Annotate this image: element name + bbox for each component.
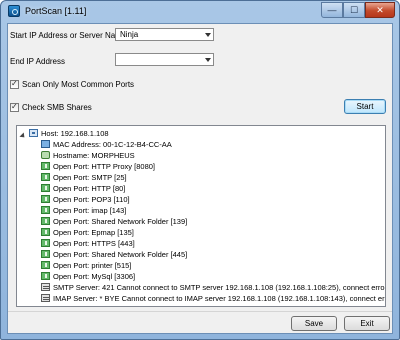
tree-node-label: Open Port: Shared Network Folder [445] — [53, 250, 188, 259]
window-title: PortScan [1.11] — [25, 6, 87, 16]
end-ip-combobox[interactable] — [115, 53, 214, 66]
port-icon — [41, 228, 50, 236]
tree-node-item[interactable]: MAC Address: 00-1C-12-B4-CC-AA — [41, 139, 385, 150]
maximize-button[interactable]: ☐ — [343, 2, 365, 18]
host-icon — [29, 129, 38, 137]
tree-node-item[interactable]: Open Port: HTTPS [443] — [41, 238, 385, 249]
tree-node-item[interactable]: Open Port: HTTP Proxy [8080] — [41, 161, 385, 172]
tree-node-label: Open Port: SMTP [25] — [53, 173, 127, 182]
tree-node-item[interactable]: Open Port: POP3 [110] — [41, 194, 385, 205]
chevron-down-icon[interactable] — [205, 33, 211, 37]
common-ports-label: Scan Only Most Common Ports — [22, 80, 135, 89]
end-ip-label: End IP Address — [10, 57, 65, 66]
tree-node-item[interactable]: Open Port: Shared Network Folder [139] — [41, 216, 385, 227]
results-tree[interactable]: Host: 192.168.1.108 MAC Address: 00-1C-1… — [16, 125, 386, 307]
app-icon — [8, 5, 20, 17]
network-card-icon — [41, 140, 50, 148]
port-icon — [41, 250, 50, 258]
port-icon — [41, 195, 50, 203]
tree-node-label: Open Port: POP3 [110] — [53, 195, 130, 204]
computer-name-icon — [41, 151, 50, 159]
tree-node-label: Open Port: HTTP Proxy [8080] — [53, 162, 155, 171]
tree-node-label: Open Port: HTTP [80] — [53, 184, 126, 193]
tree-node-label: MAC Address: 00-1C-12-B4-CC-AA — [53, 140, 172, 149]
server-icon — [41, 294, 50, 302]
smb-shares-checkbox[interactable] — [10, 102, 19, 112]
start-ip-combobox[interactable]: Ninja — [115, 28, 214, 41]
app-window: PortScan [1.11] — ☐ ✕ Start IP Address o… — [0, 0, 400, 340]
title-bar[interactable]: PortScan [1.11] — ☐ ✕ — [1, 1, 399, 23]
port-icon — [41, 217, 50, 225]
chevron-down-icon[interactable] — [205, 58, 211, 62]
start-ip-value: Ninja — [120, 30, 139, 39]
footer-divider — [8, 311, 392, 312]
tree-node-item[interactable]: IMAP Server: * BYE Cannot connect to IMA… — [41, 293, 385, 304]
start-ip-label: Start IP Address or Server Name — [10, 31, 127, 40]
save-button[interactable]: Save — [291, 316, 337, 331]
port-icon — [41, 261, 50, 269]
exit-button[interactable]: Exit — [344, 316, 390, 331]
tree-node-item[interactable]: SMTP Server: 421 Cannot connect to SMTP … — [41, 282, 385, 293]
tree-node-item[interactable]: Open Port: imap [143] — [41, 205, 385, 216]
common-ports-checkbox[interactable] — [10, 79, 19, 89]
tree-node-host[interactable]: Host: 192.168.1.108 — [17, 128, 377, 140]
tree-node-item[interactable]: Hostname: MORPHEUS — [41, 150, 385, 161]
tree-node-label: Open Port: MySql [3306] — [53, 272, 136, 281]
tree-node-label: Open Port: imap [143] — [53, 206, 127, 215]
port-icon — [41, 162, 50, 170]
tree-node-item[interactable]: Open Port: Epmap [135] — [41, 227, 385, 238]
port-icon — [41, 184, 50, 192]
expander-icon[interactable] — [19, 132, 27, 140]
tree-node-label: Open Port: HTTPS [443] — [53, 239, 135, 248]
tree-node-item[interactable]: Open Port: printer [515] — [41, 260, 385, 271]
tree-node-label: Open Port: Epmap [135] — [53, 228, 134, 237]
port-icon — [41, 206, 50, 214]
tree-node-label: Host: 192.168.1.108 — [41, 129, 109, 138]
port-icon — [41, 272, 50, 280]
minimize-button[interactable]: — — [321, 2, 343, 18]
tree-node-label: IMAP Server: * BYE Cannot connect to IMA… — [53, 294, 386, 303]
tree-node-label: SMTP Server: 421 Cannot connect to SMTP … — [53, 283, 386, 292]
tree-node-item[interactable]: Open Port: SMTP [25] — [41, 172, 385, 183]
client-area: Start IP Address or Server Name Ninja En… — [7, 23, 393, 334]
port-icon — [41, 239, 50, 247]
tree-node-label: Open Port: Shared Network Folder [139] — [53, 217, 188, 226]
tree-node-item[interactable]: Open Port: Shared Network Folder [445] — [41, 249, 385, 260]
start-button[interactable]: Start — [344, 99, 386, 114]
smb-shares-label: Check SMB Shares — [22, 103, 92, 112]
tree-node-item[interactable]: Open Port: HTTP [80] — [41, 183, 385, 194]
tree-node-item[interactable]: Open Port: MySql [3306] — [41, 271, 385, 282]
tree-node-label: Hostname: MORPHEUS — [53, 151, 135, 160]
tree-node-label: Open Port: printer [515] — [53, 261, 132, 270]
server-icon — [41, 283, 50, 291]
close-button[interactable]: ✕ — [365, 2, 395, 18]
port-icon — [41, 173, 50, 181]
